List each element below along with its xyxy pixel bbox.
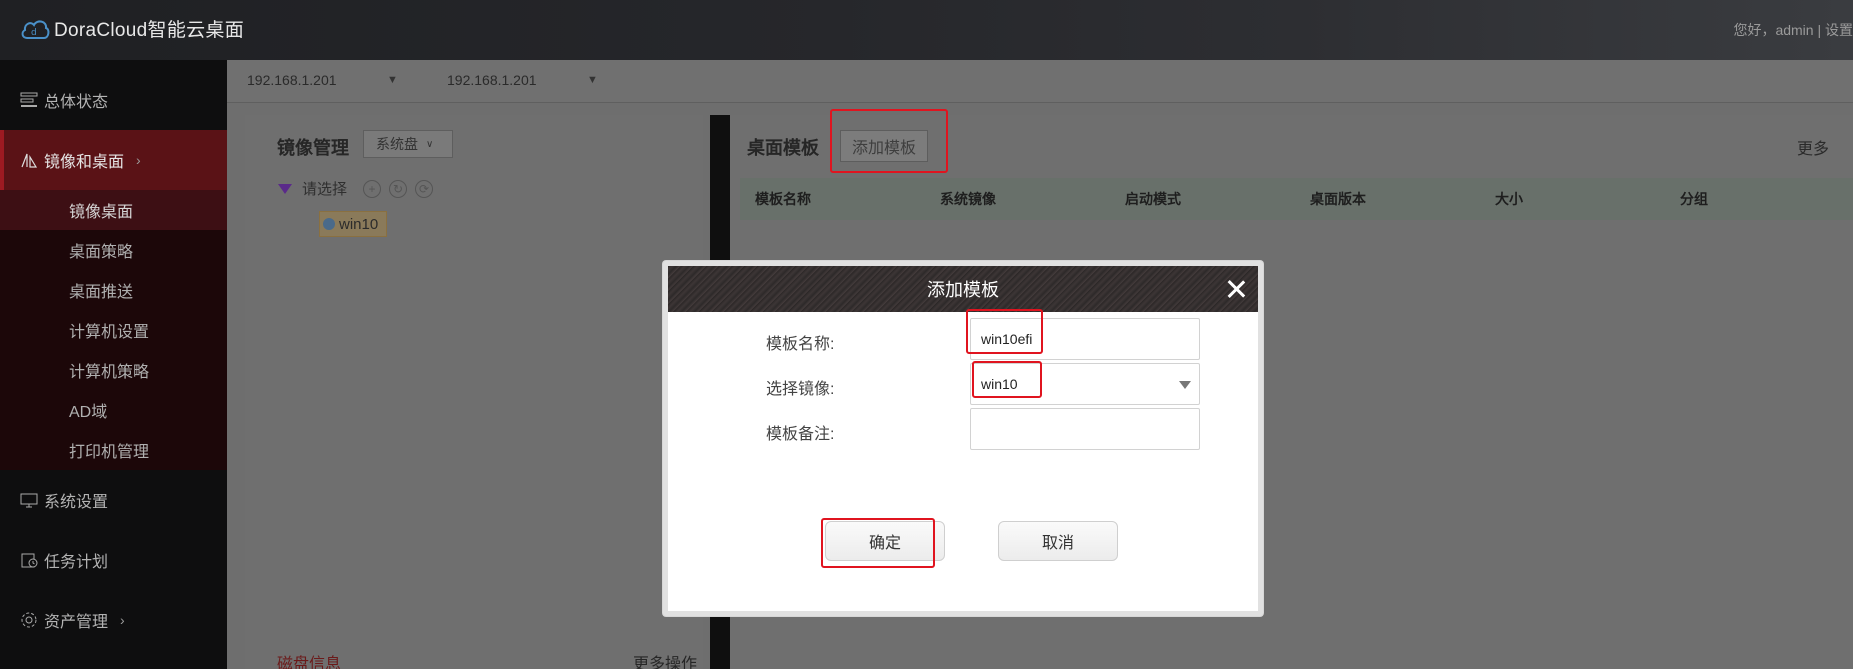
subnav-item-desktop-push[interactable]: 桌面推送 (0, 270, 227, 310)
tree-node-label: win10 (339, 215, 379, 233)
close-icon[interactable] (1224, 277, 1248, 301)
svg-text:d: d (31, 28, 37, 38)
disk-type-select[interactable]: 系统盘 ∨ (363, 130, 453, 158)
more-link[interactable]: 更多 (1797, 135, 1829, 159)
highlight-template-name (966, 309, 1043, 354)
template-panel-title: 桌面模板 (747, 138, 819, 158)
column-header[interactable]: 系统镜像 (940, 189, 996, 209)
host-select-2[interactable]: 192.168.1.201 ▼ (447, 72, 598, 88)
add-icon[interactable]: + (363, 179, 382, 198)
host-select-2-value: 192.168.1.201 (447, 72, 537, 88)
disk-type-select-value: 系统盘 (376, 136, 418, 152)
tree-node-win10[interactable]: win10 (319, 211, 387, 237)
chevron-right-icon: › (136, 152, 141, 168)
highlight-confirm (821, 518, 935, 568)
column-header[interactable]: 分组 (1680, 189, 1708, 209)
template-name-label: 模板名称: (766, 336, 835, 353)
disk-info-tab[interactable]: 磁盘信息 (277, 650, 341, 669)
app-logo[interactable]: d DoraCloud智能云桌面 (20, 15, 244, 42)
sidebar: 总体状态 镜像和桌面 › 镜像桌面 桌面策略 桌面推送 计算机设置 计算机策略 … (0, 60, 227, 669)
column-header[interactable]: 模板名称 (755, 189, 811, 209)
subnav-item-desktop-policy[interactable]: 桌面策略 (0, 230, 227, 270)
column-header[interactable]: 启动模式 (1125, 189, 1181, 209)
sidebar-item-label: 资产管理 (44, 614, 109, 631)
app-title: DoraCloud智能云桌面 (54, 20, 245, 41)
cloud-logo-icon: d (21, 19, 50, 39)
host-selector-bar: 192.168.1.201 ▼ 192.168.1.201 ▼ (227, 60, 1853, 103)
sidebar-item-task-schedule[interactable]: 任务计划 (0, 530, 227, 590)
sidebar-item-label: 镜像和桌面 (44, 154, 125, 171)
sidebar-item-overview[interactable]: 总体状态 (0, 70, 227, 130)
more-operations-link[interactable]: 更多操作 (633, 650, 697, 669)
expand-triangle-icon (278, 183, 292, 194)
dialog-title: 添加模板 (927, 280, 999, 300)
sidebar-item-system-settings[interactable]: 系统设置 (0, 470, 227, 530)
template-note-input[interactable] (970, 408, 1200, 450)
sync-icon[interactable]: ⟳ (415, 179, 434, 198)
highlight-image-select (972, 361, 1042, 398)
monitor-icon (20, 491, 38, 509)
sidebar-item-label: 任务计划 (44, 554, 109, 571)
subnav-item-image-desktop[interactable]: 镜像桌面 (0, 190, 227, 230)
cancel-button[interactable]: 取消 (998, 521, 1118, 561)
host-select-1[interactable]: 192.168.1.201 ▼ (247, 72, 398, 88)
caret-down-icon: ▼ (587, 74, 598, 86)
image-panel-title: 镜像管理 (277, 138, 349, 158)
subnav-item-computer-policy[interactable]: 计算机策略 (0, 350, 227, 390)
select-image-label: 选择镜像: (766, 381, 835, 398)
column-header[interactable]: 桌面版本 (1310, 189, 1366, 209)
subnav-item-printer-management[interactable]: 打印机管理 (0, 430, 227, 470)
disk-image-icon (323, 218, 335, 230)
sidebar-item-label: 系统设置 (44, 494, 109, 511)
tree-root-label: 请选择 (302, 181, 348, 198)
template-table-header: 模板名称 系统镜像 启动模式 桌面版本 大小 分组 (740, 178, 1853, 220)
chevron-down-icon: ∨ (426, 138, 434, 150)
sidebar-item-images-desktops[interactable]: 镜像和桌面 › (0, 130, 227, 190)
refresh-icon[interactable]: ↻ (389, 179, 408, 198)
sidebar-item-asset-management[interactable]: 资产管理 › (0, 590, 227, 650)
template-note-label: 模板备注: (766, 426, 835, 443)
host-select-1-value: 192.168.1.201 (247, 72, 337, 88)
column-header[interactable]: 大小 (1495, 189, 1523, 209)
image-tree-root[interactable]: 请选择 + ↻ ⟳ (278, 178, 434, 199)
add-template-dialog: 添加模板 模板名称: win10efi 选择镜像: win10 模板备注: 确定… (663, 261, 1263, 616)
user-greeting[interactable]: 您好，admin | 设置 (1733, 20, 1853, 40)
sidebar-item-label: 总体状态 (44, 94, 109, 111)
subnav-item-ad-domain[interactable]: AD域 (0, 390, 227, 430)
sidebar-submenu: 镜像桌面 桌面策略 桌面推送 计算机设置 计算机策略 AD域 打印机管理 (0, 190, 227, 470)
caret-down-icon (1179, 381, 1191, 389)
dashboard-icon (20, 91, 38, 109)
schedule-icon (20, 551, 38, 569)
chevron-right-icon: › (120, 612, 125, 628)
gear-icon (20, 611, 38, 629)
subnav-item-computer-settings[interactable]: 计算机设置 (0, 310, 227, 350)
highlight-add-template (830, 109, 948, 173)
tree-actions: + ↻ ⟳ (363, 179, 434, 198)
top-header: d DoraCloud智能云桌面 您好，admin | 设置 (0, 0, 1853, 60)
images-icon (20, 151, 38, 169)
caret-down-icon: ▼ (387, 74, 398, 86)
